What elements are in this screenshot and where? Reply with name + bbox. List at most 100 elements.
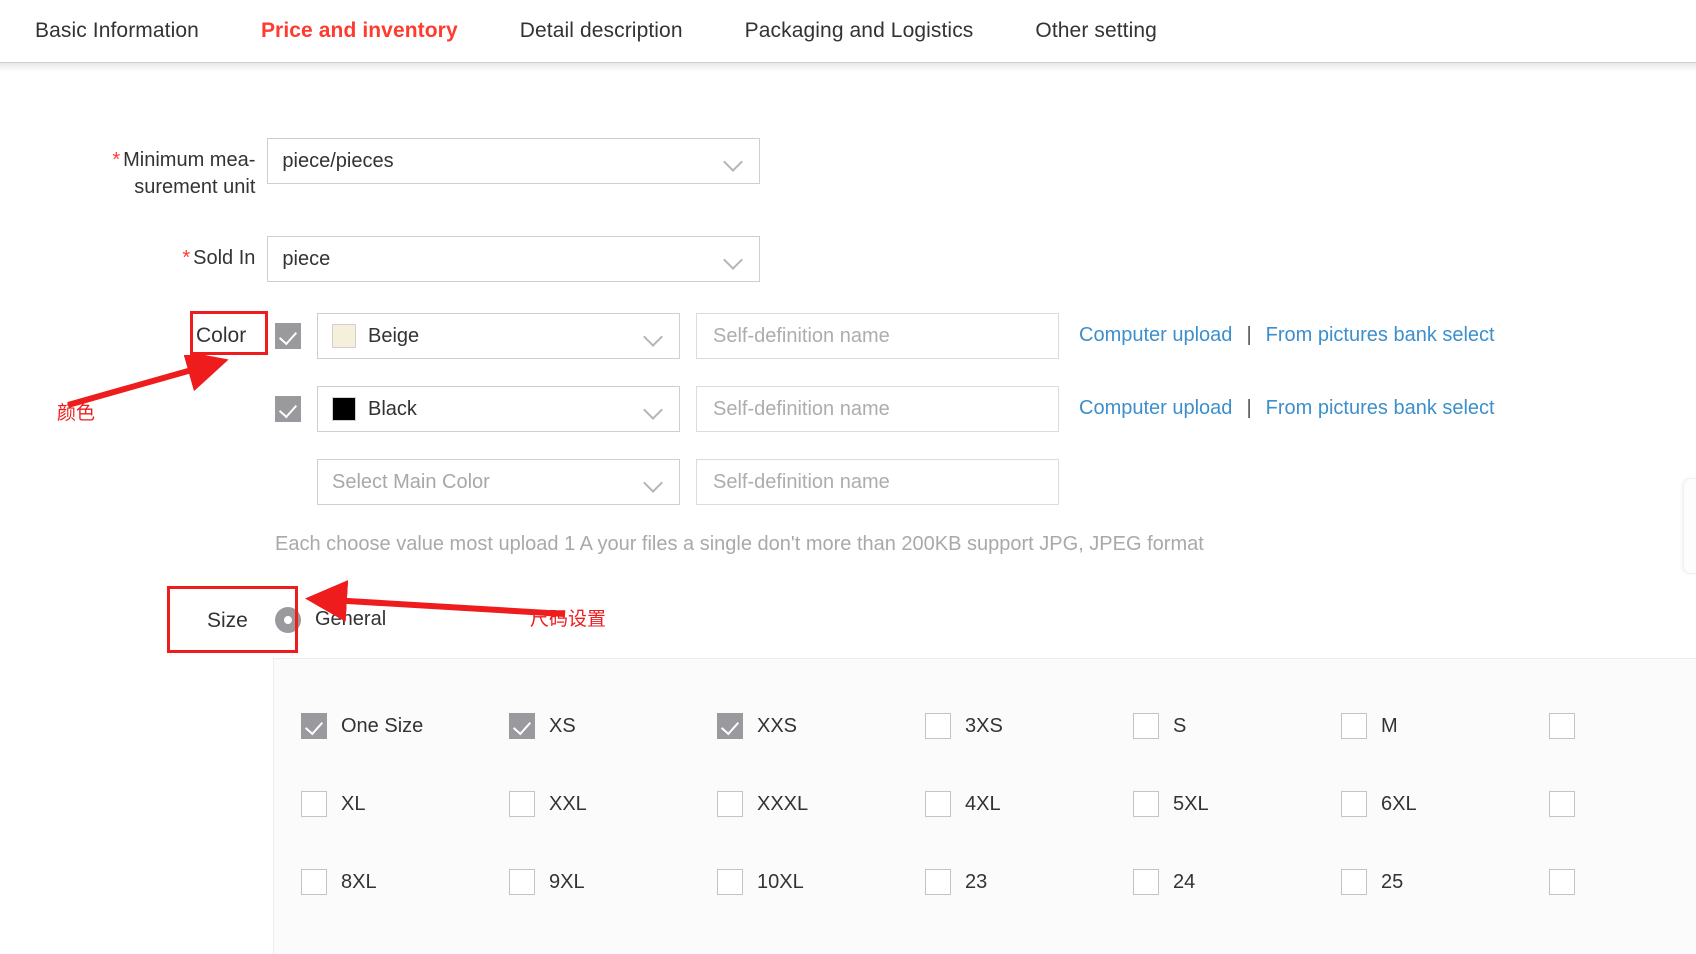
size-option-checkbox[interactable] (1549, 713, 1575, 739)
chevron-down-icon (643, 325, 665, 347)
link-separator: | (1246, 397, 1251, 420)
size-option-checkbox[interactable] (1133, 713, 1159, 739)
field-row-sold-in: *Sold In piece (0, 236, 760, 282)
color-row-2-custom-name-field[interactable] (696, 386, 1059, 432)
field-row-minimum-measurement-unit: *Minimum mea- surement unit piece/pieces (0, 138, 760, 201)
size-option-cell[interactable]: 25 (1341, 843, 1549, 921)
size-option-cell[interactable]: 6XL (1341, 765, 1549, 843)
size-option-cell[interactable]: XXXL (717, 765, 925, 843)
color-swatch-beige (332, 324, 356, 348)
size-option-cell (1549, 765, 1696, 843)
product-attribute-page: Basic Information Price and inventory De… (0, 0, 1696, 954)
color-row-2-pictures-bank-link[interactable]: From pictures bank select (1266, 397, 1495, 420)
tab-packaging-and-logistics[interactable]: Packaging and Logistics (745, 19, 974, 43)
size-option-label: XXS (757, 715, 797, 738)
size-option-checkbox[interactable] (1549, 869, 1575, 895)
size-option-checkbox[interactable] (1549, 791, 1575, 817)
size-option-checkbox[interactable] (925, 869, 951, 895)
color-row-2-checkbox[interactable] (275, 396, 301, 422)
size-option-cell[interactable]: XXL (509, 765, 717, 843)
tab-bar-shadow (0, 62, 1696, 72)
size-option-cell[interactable]: S (1133, 687, 1341, 765)
size-option-label: XL (341, 793, 365, 816)
select-sold-in-value: piece (282, 248, 723, 271)
label-minimum-measurement-unit: *Minimum mea- surement unit (0, 138, 255, 201)
size-option-checkbox[interactable] (1341, 869, 1367, 895)
size-option-checkbox[interactable] (301, 713, 327, 739)
size-option-label: 23 (965, 871, 987, 894)
tab-bar: Basic Information Price and inventory De… (0, 0, 1696, 62)
size-option-label: 8XL (341, 871, 377, 894)
size-option-checkbox[interactable] (1341, 791, 1367, 817)
size-options-panel: One SizeXS XXS 3XS SM XL XXL XXXL 4XL 5XL6XL 8XL 9… (273, 658, 1696, 954)
color-row-1-computer-upload-link[interactable]: Computer upload (1079, 324, 1232, 347)
color-row-3: Select Main Color (275, 459, 1059, 505)
size-option-cell[interactable]: 5XL (1133, 765, 1341, 843)
chevron-down-icon (723, 248, 745, 270)
color-swatch-black (332, 397, 356, 421)
size-option-label: 3XS (965, 715, 1003, 738)
size-option-checkbox[interactable] (509, 791, 535, 817)
color-upload-hint: Each choose value most upload 1 A your f… (275, 533, 1204, 556)
side-panel-toggle-handle[interactable] (1683, 478, 1696, 574)
color-row-1-custom-name-input[interactable] (711, 324, 1044, 349)
size-option-checkbox[interactable] (717, 869, 743, 895)
size-type-radio-general-label: General (315, 608, 386, 631)
size-option-cell[interactable]: XS (509, 687, 717, 765)
size-option-cell[interactable]: XXS (717, 687, 925, 765)
color-row-2-select[interactable]: Black (317, 386, 680, 432)
size-option-label: 4XL (965, 793, 1001, 816)
size-option-cell[interactable]: 3XS (925, 687, 1133, 765)
size-option-checkbox[interactable] (717, 713, 743, 739)
size-type-radio-general[interactable] (275, 607, 301, 633)
size-option-label: 25 (1381, 871, 1403, 894)
color-row-1-checkbox[interactable] (275, 323, 301, 349)
tab-detail-description[interactable]: Detail description (520, 19, 683, 43)
required-asterisk: * (182, 247, 190, 269)
size-option-checkbox[interactable] (1133, 869, 1159, 895)
size-option-cell[interactable]: 4XL (925, 765, 1133, 843)
size-option-cell[interactable]: 24 (1133, 843, 1341, 921)
size-option-cell[interactable]: 23 (925, 843, 1133, 921)
color-row-2-custom-name-input[interactable] (711, 397, 1044, 422)
color-row-1-pictures-bank-link[interactable]: From pictures bank select (1266, 324, 1495, 347)
size-option-cell[interactable]: XL (301, 765, 509, 843)
color-row-3-custom-name-input[interactable] (711, 470, 1044, 495)
size-option-checkbox[interactable] (1133, 791, 1159, 817)
size-option-label: 9XL (549, 871, 585, 894)
size-option-cell[interactable]: One Size (301, 687, 509, 765)
color-row-2-upload-links: Computer upload | From pictures bank sel… (1079, 386, 1495, 420)
select-minimum-measurement-unit[interactable]: piece/pieces (267, 138, 760, 184)
color-row-3-select[interactable]: Select Main Color (317, 459, 680, 505)
size-option-checkbox[interactable] (717, 791, 743, 817)
label-size: Size (207, 607, 248, 634)
size-option-cell[interactable]: M (1341, 687, 1549, 765)
size-option-cell[interactable]: 10XL (717, 843, 925, 921)
color-row-1-upload-links: Computer upload | From pictures bank sel… (1079, 313, 1495, 347)
label-sold-in: *Sold In (0, 236, 255, 272)
size-option-checkbox[interactable] (925, 791, 951, 817)
size-option-cell (1549, 843, 1696, 921)
select-minimum-measurement-unit-value: piece/pieces (282, 150, 723, 173)
size-option-cell[interactable]: 9XL (509, 843, 717, 921)
size-option-label: 10XL (757, 871, 804, 894)
color-row-1-custom-name-field[interactable] (696, 313, 1059, 359)
size-option-checkbox[interactable] (925, 713, 951, 739)
tab-other-setting[interactable]: Other setting (1035, 19, 1157, 43)
tab-basic-information[interactable]: Basic Information (35, 19, 199, 43)
size-option-checkbox[interactable] (1341, 713, 1367, 739)
size-option-label: XXL (549, 793, 587, 816)
color-row-3-custom-name-field[interactable] (696, 459, 1059, 505)
size-option-checkbox[interactable] (509, 869, 535, 895)
size-option-label: XXXL (757, 793, 808, 816)
size-option-cell[interactable]: 8XL (301, 843, 509, 921)
size-option-checkbox[interactable] (509, 713, 535, 739)
size-option-checkbox[interactable] (301, 869, 327, 895)
color-row-2-computer-upload-link[interactable]: Computer upload (1079, 397, 1232, 420)
link-separator: | (1246, 324, 1251, 347)
annotation-label-size: 尺码设置 (530, 604, 606, 631)
select-sold-in[interactable]: piece (267, 236, 760, 282)
size-option-checkbox[interactable] (301, 791, 327, 817)
color-row-1-select[interactable]: Beige (317, 313, 680, 359)
tab-price-and-inventory[interactable]: Price and inventory (261, 19, 458, 43)
